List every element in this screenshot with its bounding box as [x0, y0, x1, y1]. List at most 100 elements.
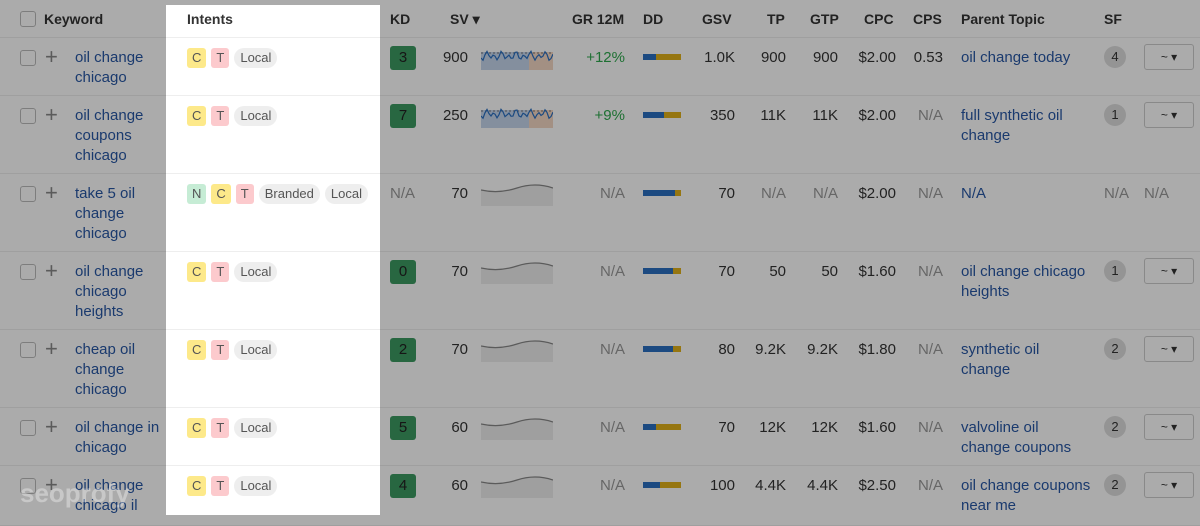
sv-value: 70 [451, 263, 468, 280]
table-row: + oil change chicago il C T Local 4 60 N/A… [0, 466, 1200, 526]
col-parent-topic[interactable]: Parent Topic [961, 11, 1045, 27]
dd-bar [643, 482, 681, 488]
table-row: + cheap oil change chicago C T Local 2 70 … [0, 330, 1200, 408]
sv-value: 70 [451, 341, 468, 358]
trend-value: N/A [1144, 185, 1170, 202]
tp-value: 12K [759, 419, 786, 436]
trend-dropdown-button[interactable]: ~ ▾ [1144, 258, 1194, 284]
gtp-value: 12K [811, 419, 838, 436]
sv-value: 70 [451, 185, 468, 202]
trend-dropdown-button[interactable]: ~ ▾ [1144, 102, 1194, 128]
select-all-checkbox[interactable] [20, 11, 36, 27]
keyword-link[interactable]: take 5 oil change chicago [75, 184, 170, 244]
parent-topic-link[interactable]: synthetic oil change [961, 340, 1091, 380]
col-cps[interactable]: CPS [913, 11, 942, 27]
add-to-list-icon[interactable]: + [45, 180, 58, 206]
add-to-list-icon[interactable]: + [45, 336, 58, 362]
col-gr[interactable]: GR 12M [572, 11, 624, 27]
intent-badge: Local [234, 262, 278, 282]
kd-badge: 5 [390, 416, 416, 440]
sv-value: 60 [451, 477, 468, 494]
trend-dropdown-button[interactable]: ~ ▾ [1144, 44, 1194, 70]
col-gsv[interactable]: GSV [702, 11, 732, 27]
cps-value: 0.53 [913, 49, 943, 66]
serp-features-count[interactable]: 2 [1104, 474, 1126, 496]
trend-dropdown-button[interactable]: ~ ▾ [1144, 472, 1194, 498]
serp-features-count[interactable]: 2 [1104, 338, 1126, 360]
kd-badge: 3 [390, 46, 416, 70]
row-checkbox[interactable] [20, 264, 36, 280]
keyword-link[interactable]: oil change chicago [75, 48, 170, 88]
add-to-list-icon[interactable]: + [45, 102, 58, 128]
intent-badge: Local [234, 418, 278, 438]
tp-value: 9.2K [755, 341, 786, 358]
sv-trend-sparkline [481, 184, 553, 206]
serp-features-count[interactable]: 1 [1104, 260, 1126, 282]
row-checkbox[interactable] [20, 342, 36, 358]
intent-badge: Local [234, 48, 278, 68]
gsv-value: 350 [709, 107, 735, 124]
col-keyword[interactable]: Keyword [44, 11, 103, 27]
row-checkbox[interactable] [20, 50, 36, 66]
row-checkbox[interactable] [20, 186, 36, 202]
serp-features-count[interactable]: 2 [1104, 416, 1126, 438]
keyword-link[interactable]: cheap oil change chicago [75, 340, 170, 400]
intent-badge: C [187, 106, 207, 126]
serp-features-count[interactable]: 4 [1104, 46, 1126, 68]
gtp-value: 900 [812, 49, 838, 66]
growth-value: N/A [599, 477, 625, 494]
intent-badge: T [235, 184, 254, 204]
trend-dropdown-button[interactable]: ~ ▾ [1144, 336, 1194, 362]
col-cpc[interactable]: CPC [864, 11, 894, 27]
tp-value: 11K [760, 107, 786, 124]
col-dd[interactable]: DD [643, 11, 663, 27]
parent-topic-link: N/A [961, 185, 987, 202]
add-to-list-icon[interactable]: + [45, 414, 58, 440]
parent-topic-link[interactable]: oil change today [961, 48, 1091, 68]
col-sf[interactable]: SF [1104, 11, 1122, 27]
sv-trend-sparkline [481, 476, 553, 498]
cps-value: N/A [917, 419, 943, 436]
row-checkbox[interactable] [20, 420, 36, 436]
intent-badge: C [187, 476, 207, 496]
dd-bar [643, 112, 681, 118]
add-to-list-icon[interactable]: + [45, 44, 58, 70]
serp-features-count[interactable]: 1 [1104, 104, 1126, 126]
sv-value: 60 [451, 419, 468, 436]
col-intents[interactable]: Intents [187, 11, 233, 27]
intent-badge: C [211, 184, 231, 204]
col-tp[interactable]: TP [767, 11, 785, 27]
table-row: + oil change chicago heights C T Local 0 7… [0, 252, 1200, 330]
intent-badge: Branded [258, 184, 320, 204]
keyword-link[interactable]: oil change coupons chicago [75, 106, 170, 166]
intents-cell: N C T Branded Local [187, 184, 368, 204]
parent-topic-link[interactable]: oil change coupons near me [961, 476, 1091, 516]
growth-value: N/A [599, 419, 625, 436]
growth-value: +9% [594, 107, 625, 124]
parent-topic-link[interactable]: valvoline oil change coupons [961, 418, 1091, 458]
add-to-list-icon[interactable]: + [45, 258, 58, 284]
trend-dropdown-button[interactable]: ~ ▾ [1144, 414, 1194, 440]
growth-value: +12% [586, 49, 625, 66]
gtp-value: 11K [812, 107, 838, 124]
col-gtp[interactable]: GTP [810, 11, 839, 27]
keyword-link[interactable]: oil change chicago heights [75, 262, 170, 322]
col-sv[interactable]: SV ▾ [450, 11, 480, 28]
cpc-value: $2.00 [858, 185, 896, 202]
kd-badge: 7 [390, 104, 416, 128]
gsv-value: 70 [718, 419, 735, 436]
parent-topic-link[interactable]: oil change chicago heights [961, 262, 1091, 302]
dd-bar [643, 54, 681, 60]
col-kd[interactable]: KD [390, 11, 410, 27]
parent-topic-link[interactable]: full synthetic oil change [961, 106, 1091, 146]
cps-value: N/A [917, 107, 943, 124]
dd-bar [643, 268, 681, 274]
keyword-link[interactable]: oil change in chicago [75, 418, 170, 458]
intent-badge: Local [234, 106, 278, 126]
gtp-value: 9.2K [807, 341, 838, 358]
cps-value: N/A [917, 477, 943, 494]
intent-badge: Local [324, 184, 368, 204]
table-row: + take 5 oil change chicago N C T Branded Lo… [0, 174, 1200, 252]
intent-badge: T [211, 262, 230, 282]
row-checkbox[interactable] [20, 108, 36, 124]
